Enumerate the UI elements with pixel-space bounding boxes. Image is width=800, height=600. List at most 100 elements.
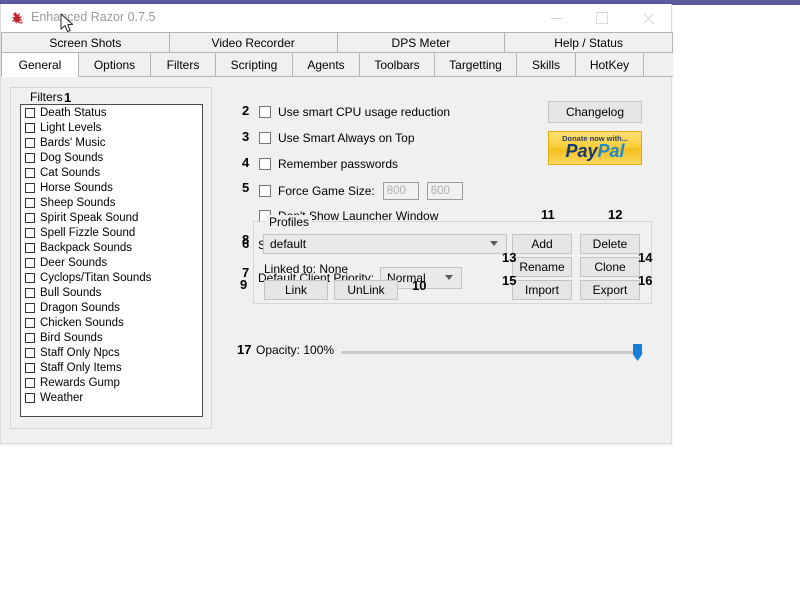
option-always-on-top[interactable]: Use Smart Always on Top [259,131,415,145]
filter-checkbox[interactable] [25,288,35,298]
tab-skills[interactable]: Skills [517,53,576,77]
filter-item[interactable]: Spirit Speak Sound [21,210,202,225]
export-profile-button[interactable]: Export [580,280,640,300]
tab-dps-meter[interactable]: DPS Meter [338,33,506,53]
filter-item[interactable]: Rewards Gump [21,375,202,390]
filter-checkbox[interactable] [25,183,35,193]
filter-item[interactable]: Horse Sounds [21,180,202,195]
option-remember-passwords-label: Remember passwords [278,157,398,171]
delete-profile-button[interactable]: Delete [580,234,640,254]
callout-badge-10: 10 [412,278,426,293]
filter-checkbox[interactable] [25,303,35,313]
tab-hotkey[interactable]: HotKey [576,53,644,77]
filter-checkbox[interactable] [25,138,35,148]
tab-strip: Screen ShotsVideo RecorderDPS MeterHelp … [1,32,673,77]
filter-item[interactable]: Staff Only Items [21,360,202,375]
option-smart-cpu-label: Use smart CPU usage reduction [278,105,450,119]
add-profile-button[interactable]: Add [512,234,572,254]
tab-toolbars[interactable]: Toolbars [360,53,435,77]
tab-screen-shots[interactable]: Screen Shots [1,33,170,53]
filter-item[interactable]: Deer Sounds [21,255,202,270]
link-button[interactable]: Link [264,280,328,300]
filter-item[interactable]: Dog Sounds [21,150,202,165]
razor-app-icon [11,11,25,25]
tab-video-recorder[interactable]: Video Recorder [170,33,338,53]
unlink-button[interactable]: UnLink [334,280,398,300]
filter-checkbox[interactable] [25,363,35,373]
import-profile-button[interactable]: Import [512,280,572,300]
opacity-slider-thumb[interactable] [633,344,642,361]
filter-item-label: Deer Sounds [40,257,107,269]
tab-row-bottom: GeneralOptionsFiltersScriptingAgentsTool… [1,53,673,77]
filter-item[interactable]: Dragon Sounds [21,300,202,315]
title-bar: Enhanced Razor 0.7.5 [1,4,671,33]
filter-checkbox[interactable] [25,258,35,268]
filter-checkbox[interactable] [25,348,35,358]
filter-checkbox[interactable] [25,333,35,343]
filter-item[interactable]: Bull Sounds [21,285,202,300]
filters-list[interactable]: Death StatusLight LevelsBards' MusicDog … [20,104,203,417]
callout-badge-2: 2 [242,103,249,118]
checkbox-remember-passwords[interactable] [259,158,271,170]
filter-checkbox[interactable] [25,273,35,283]
filter-checkbox[interactable] [25,123,35,133]
changelog-button[interactable]: Changelog [548,101,642,123]
filter-item[interactable]: Light Levels [21,120,202,135]
game-width-input[interactable]: 800 [383,182,419,200]
profile-select[interactable]: default [263,234,507,254]
filter-checkbox[interactable] [25,198,35,208]
option-smart-cpu[interactable]: Use smart CPU usage reduction [259,105,450,119]
filter-item[interactable]: Spell Fizzle Sound [21,225,202,240]
checkbox-always-on-top[interactable] [259,132,271,144]
callout-badge-5: 5 [242,180,249,195]
filter-checkbox[interactable] [25,228,35,238]
game-height-input[interactable]: 600 [427,182,463,200]
paypal-donate-button[interactable]: Donate now with... PayPal [548,131,642,165]
close-button[interactable] [625,4,671,32]
filter-checkbox[interactable] [25,378,35,388]
filter-checkbox[interactable] [25,108,35,118]
option-always-on-top-label: Use Smart Always on Top [278,131,415,145]
option-remember-passwords[interactable]: Remember passwords [259,157,398,171]
tab-filters[interactable]: Filters [151,53,216,77]
profiles-group: Profiles default Linked to: None Link Un… [253,221,652,304]
paypal-logo-pal: Pal [598,141,625,161]
clone-profile-button[interactable]: Clone [580,257,640,277]
filter-item[interactable]: Sheep Sounds [21,195,202,210]
filter-item-label: Rewards Gump [40,377,120,389]
filter-checkbox[interactable] [25,153,35,163]
filter-item-label: Cyclops/Titan Sounds [40,272,151,284]
filter-item[interactable]: Weather [21,390,202,405]
rename-profile-button[interactable]: Rename [512,257,572,277]
filter-item[interactable]: Cyclops/Titan Sounds [21,270,202,285]
filter-checkbox[interactable] [25,318,35,328]
general-tab-page: Filters Death StatusLight LevelsBards' M… [1,77,671,443]
tab-scripting[interactable]: Scripting [216,53,293,77]
minimize-button[interactable] [533,4,579,32]
filter-checkbox[interactable] [25,243,35,253]
maximize-button[interactable] [579,4,625,32]
filter-checkbox[interactable] [25,168,35,178]
filter-item[interactable]: Chicken Sounds [21,315,202,330]
filter-checkbox[interactable] [25,393,35,403]
opacity-slider-track[interactable] [341,351,643,354]
filter-item-label: Horse Sounds [40,182,113,194]
filter-item[interactable]: Backpack Sounds [21,240,202,255]
filter-item[interactable]: Cat Sounds [21,165,202,180]
filter-item[interactable]: Bards' Music [21,135,202,150]
checkbox-force-game-size[interactable] [259,185,271,197]
tab-general[interactable]: General [1,53,79,77]
tab-options[interactable]: Options [79,53,151,77]
tab-targetting[interactable]: Targetting [435,53,517,77]
filter-item[interactable]: Bird Sounds [21,330,202,345]
callout-badge-17: 17 [237,342,251,357]
callout-badge-11: 11 [541,207,555,222]
filter-item[interactable]: Staff Only Npcs [21,345,202,360]
option-force-game-size[interactable]: Force Game Size: 800 600 [259,182,463,200]
filter-checkbox[interactable] [25,213,35,223]
filter-item[interactable]: Death Status [21,105,202,120]
tab-help-status[interactable]: Help / Status [505,33,673,53]
option-force-game-size-label: Force Game Size: [278,184,375,198]
checkbox-smart-cpu[interactable] [259,106,271,118]
tab-agents[interactable]: Agents [293,53,360,77]
